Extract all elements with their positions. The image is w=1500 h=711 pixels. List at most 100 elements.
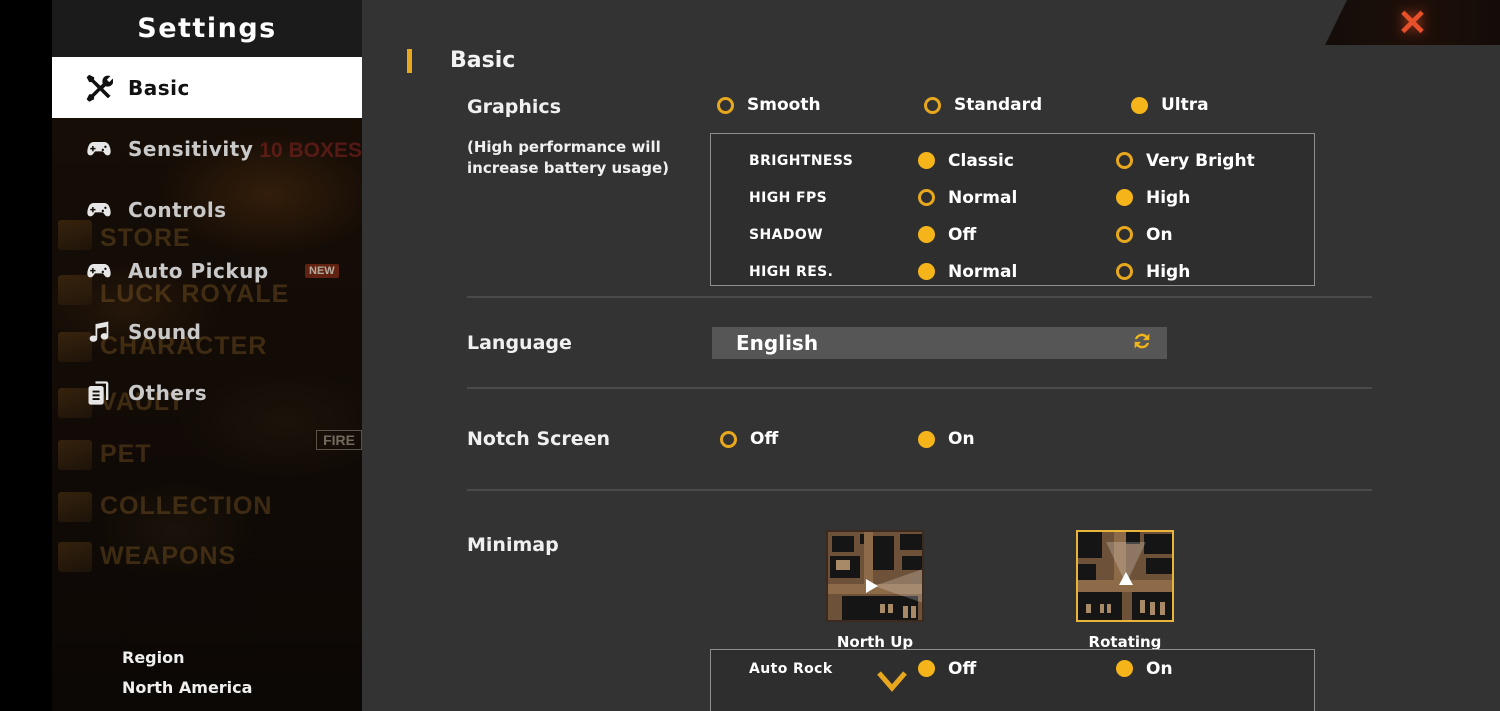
sidebar-item-sound[interactable]: Sound xyxy=(52,301,362,362)
graphics-detail-brightness: BRIGHTNESS Classic Very Bright xyxy=(711,142,1314,179)
section-header: Basic xyxy=(407,48,515,73)
minimap-option-rotating[interactable]: Rotating xyxy=(1000,530,1250,651)
brightness-option-classic[interactable]: Classic xyxy=(918,151,1116,171)
background-fire-tag: FIRE xyxy=(316,430,362,450)
sidebar-item-label: Sensitivity xyxy=(128,136,254,161)
graphics-option-ultra[interactable]: Ultra xyxy=(1131,95,1338,115)
section-accent-bar xyxy=(407,48,412,73)
document-icon xyxy=(84,378,114,408)
partial-option-on[interactable]: On xyxy=(1116,659,1314,679)
close-icon: ✕ xyxy=(1397,1,1428,43)
graphics-option-smooth[interactable]: Smooth xyxy=(717,95,924,115)
graphics-label: Graphics xyxy=(467,96,561,118)
radio-icon[interactable] xyxy=(918,263,936,280)
partial-row: Auto Rock Off On xyxy=(711,650,1314,687)
sidebar-item-label: Auto Pickup xyxy=(128,258,269,283)
option-label: Off xyxy=(948,224,977,245)
option-label: On xyxy=(948,429,975,449)
gamepad-icon xyxy=(84,256,114,286)
settings-content: ✕ Basic Graphics Smooth Standard Ultra (… xyxy=(362,0,1500,711)
radio-icon[interactable] xyxy=(717,96,734,114)
radio-icon[interactable] xyxy=(1116,152,1133,169)
minimap-thumbnail-rotating[interactable] xyxy=(1076,530,1174,622)
brightness-option-very-bright[interactable]: Very Bright xyxy=(1116,151,1314,171)
notch-option-on[interactable]: On xyxy=(918,429,1116,449)
notch-option-off[interactable]: Off xyxy=(720,429,918,449)
radio-icon[interactable] xyxy=(1116,263,1133,280)
sidebar-header: Settings xyxy=(52,0,362,57)
language-selector[interactable]: English xyxy=(712,327,1167,359)
option-label: Normal xyxy=(948,187,1018,208)
graphics-option-standard[interactable]: Standard xyxy=(924,95,1131,115)
option-label: On xyxy=(1146,658,1173,679)
notch-screen-row: Notch Screen Off On xyxy=(467,428,1116,450)
graphics-note: (High performance will increase battery … xyxy=(467,138,669,177)
option-label: Standard xyxy=(954,95,1043,115)
radio-icon[interactable] xyxy=(1116,226,1133,243)
radio-icon[interactable] xyxy=(1131,96,1148,114)
gamepad-icon xyxy=(84,195,114,225)
graphics-detail-high-fps: HIGH FPS Normal High xyxy=(711,179,1314,216)
sidebar-item-auto-pickup[interactable]: Auto Pickup xyxy=(52,240,362,301)
radio-icon[interactable] xyxy=(918,189,936,206)
region-info: Region North America xyxy=(122,643,252,703)
radio-icon[interactable] xyxy=(918,660,936,677)
option-label: On xyxy=(1146,224,1173,245)
chevron-down-icon[interactable] xyxy=(875,668,909,699)
high-fps-option-normal[interactable]: Normal xyxy=(918,188,1116,208)
region-label: Region xyxy=(122,648,185,667)
minimap-label: Minimap xyxy=(467,534,559,556)
option-label: Smooth xyxy=(747,95,821,115)
graphics-detail-shadow: SHADOW Off On xyxy=(711,216,1314,253)
detail-name: SHADOW xyxy=(749,226,823,243)
radio-icon[interactable] xyxy=(720,430,737,448)
refresh-icon[interactable] xyxy=(1131,330,1153,357)
radio-icon[interactable] xyxy=(1116,189,1133,206)
shadow-option-on[interactable]: On xyxy=(1116,225,1314,245)
notch-screen-label: Notch Screen xyxy=(467,428,611,450)
tools-icon xyxy=(84,73,114,103)
sidebar-item-label: Sound xyxy=(128,319,202,344)
radio-icon[interactable] xyxy=(1116,660,1133,677)
radio-icon[interactable] xyxy=(924,96,941,114)
close-button[interactable]: ✕ xyxy=(1325,0,1500,45)
sidebar-item-label: Controls xyxy=(128,197,227,222)
sidebar: 10 BOXES STORE LUCK ROYALE NEW CHARACTER… xyxy=(52,0,362,711)
high-res-option-normal[interactable]: Normal xyxy=(918,262,1116,282)
partial-option-off[interactable]: Off xyxy=(918,659,1116,679)
shadow-option-off[interactable]: Off xyxy=(918,225,1116,245)
divider xyxy=(467,387,1372,389)
background-menu-pet: PET xyxy=(100,440,152,468)
option-label: Off xyxy=(750,429,779,449)
divider xyxy=(467,296,1372,298)
section-title: Basic xyxy=(450,48,516,73)
high-fps-option-high[interactable]: High xyxy=(1116,188,1314,208)
sidebar-item-others[interactable]: Others xyxy=(52,362,362,423)
background-thumb xyxy=(58,492,92,522)
minimap-option-north-up[interactable]: North Up xyxy=(750,530,1000,651)
region-value: North America xyxy=(122,678,253,697)
detail-name: BRIGHTNESS xyxy=(749,152,854,169)
divider xyxy=(467,489,1372,491)
sidebar-item-controls[interactable]: Controls xyxy=(52,179,362,240)
radio-icon[interactable] xyxy=(918,430,935,448)
sidebar-item-basic[interactable]: Basic xyxy=(52,57,362,118)
language-row: Language English xyxy=(467,327,1167,359)
option-label: Ultra xyxy=(1161,95,1209,115)
graphics-row: Graphics Smooth Standard Ultra xyxy=(467,95,1457,118)
detail-name: HIGH FPS xyxy=(749,189,828,206)
option-label: Classic xyxy=(948,150,1014,171)
settings-screen: 10 BOXES STORE LUCK ROYALE NEW CHARACTER… xyxy=(0,0,1500,711)
detail-name: HIGH RES. xyxy=(749,263,834,280)
radio-icon[interactable] xyxy=(918,226,936,243)
language-label: Language xyxy=(467,332,572,354)
radio-icon[interactable] xyxy=(918,152,936,169)
language-value: English xyxy=(736,331,819,355)
high-res-option-high[interactable]: High xyxy=(1116,262,1314,282)
minimap-thumbnail-north-up[interactable] xyxy=(826,530,924,622)
sidebar-item-label: Others xyxy=(128,380,208,405)
sidebar-item-sensitivity[interactable]: Sensitivity xyxy=(52,118,362,179)
sidebar-nav: Basic Sensitivity Controls Auto Pickup S… xyxy=(52,57,362,423)
page-title: Settings xyxy=(137,13,277,44)
partial-settings-box: Auto Rock Off On xyxy=(710,649,1315,711)
